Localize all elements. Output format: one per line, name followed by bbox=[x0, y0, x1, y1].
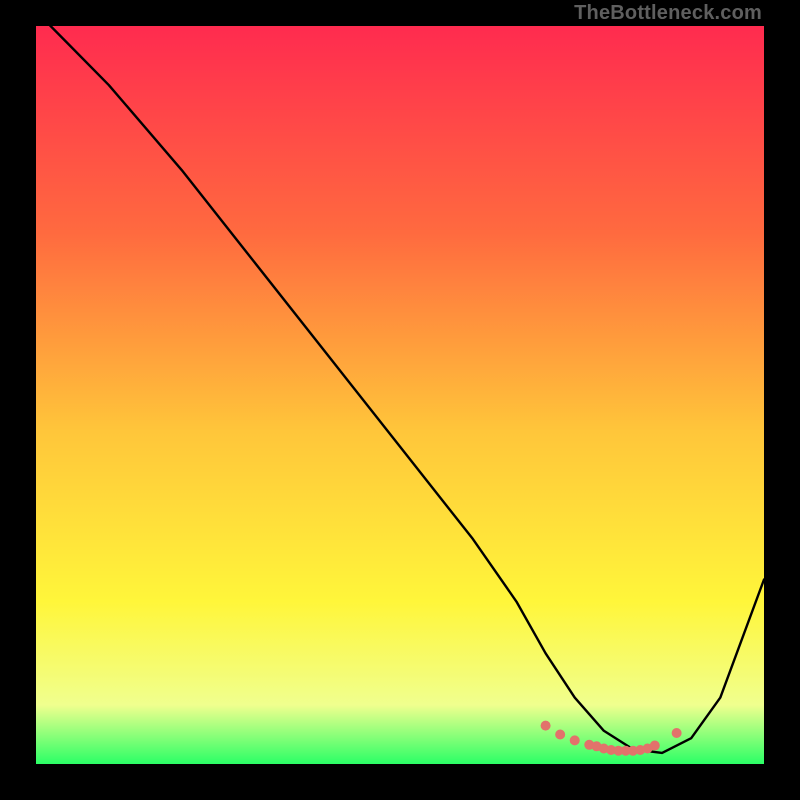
chart-svg bbox=[36, 26, 764, 764]
watermark-text: TheBottleneck.com bbox=[574, 2, 762, 25]
plot-area bbox=[36, 26, 764, 764]
optimal-dot bbox=[541, 721, 551, 731]
chart-frame: TheBottleneck.com bbox=[0, 0, 800, 800]
gradient-background bbox=[36, 26, 764, 764]
optimal-dot bbox=[672, 728, 682, 738]
optimal-dot bbox=[570, 735, 580, 745]
optimal-dot bbox=[555, 729, 565, 739]
optimal-dot bbox=[650, 741, 660, 751]
